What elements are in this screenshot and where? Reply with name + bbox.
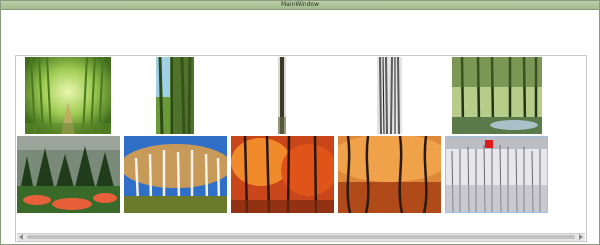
frosted-forest-image [446,137,547,212]
gallery-image-autumn-birch-grove[interactable] [124,136,227,213]
pine-forest-river-image [452,57,542,134]
horizontal-scrollbar[interactable] [17,233,585,241]
conifers-flowers-image [17,136,120,213]
gallery-image-bamboo-forest-path[interactable] [25,57,111,134]
scroll-right-arrow-icon[interactable] [579,234,583,240]
image-gallery [15,55,587,242]
bamboo-forest-path-image [25,57,111,134]
gallery-image-frosted-forest[interactable] [445,136,548,213]
bamboo-stalks-sky-image [156,57,194,134]
single-trunk-image [278,57,286,134]
gallery-image-pine-forest-river[interactable] [452,57,542,134]
autumn-birch-grove-image [124,136,227,213]
gallery-image-autumn-woodland[interactable] [338,136,441,213]
red-marker [485,140,493,148]
gallery-image-red-maple-forest[interactable] [231,136,334,213]
gallery-image-conifers-flowers[interactable] [17,136,120,213]
main-window: MainWindow [0,0,600,245]
red-maple-forest-image [231,136,334,213]
scroll-left-arrow-icon[interactable] [19,234,23,240]
gallery-image-bamboo-stalks-sky[interactable] [156,57,194,134]
window-title: MainWindow [281,1,319,8]
gallery-image-single-trunk[interactable] [278,57,286,134]
birch-trunks-image [377,57,402,134]
scrollbar-thumb[interactable] [27,235,575,239]
autumn-woodland-image [338,136,441,213]
title-bar[interactable]: MainWindow [1,1,599,10]
gallery-image-birch-trunks[interactable] [377,57,402,134]
